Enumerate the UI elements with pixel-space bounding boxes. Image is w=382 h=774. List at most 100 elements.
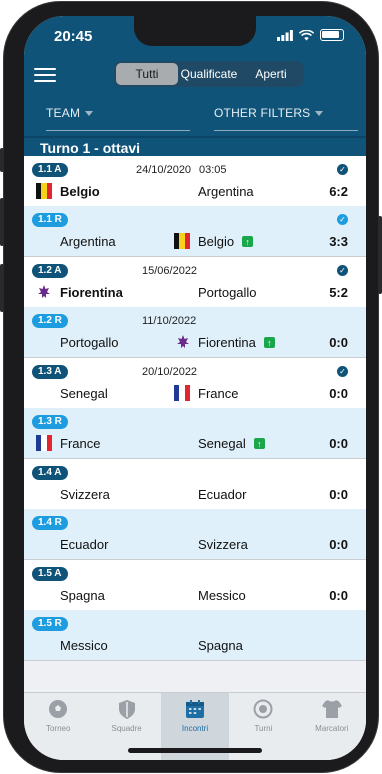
match-score: 0:0 — [329, 487, 348, 502]
home-team: Senegal — [60, 386, 108, 401]
first-leg[interactable]: 1.4 A Svizzera Ecuador 0:0 — [24, 459, 366, 509]
match-score: 6:2 — [329, 184, 348, 199]
qualified-arrow-icon: ↑ — [242, 236, 254, 247]
caret-down-icon — [315, 111, 324, 117]
match-code-badge: 1.4 A — [32, 466, 68, 480]
home-indicator — [128, 748, 262, 753]
soccer-ball-icon — [49, 700, 68, 718]
match-score: 5:2 — [329, 285, 348, 300]
match-code-badge: 1.2 R — [32, 314, 68, 328]
return-leg[interactable]: 1.1 R ✓ Argentina Belgio ↑ 3:3 — [24, 206, 366, 256]
tab-label: Torneo — [45, 724, 71, 733]
other-filters-label: OTHER FILTERS — [214, 106, 311, 120]
power-button — [378, 216, 382, 294]
away-team-qualified: Belgio ↑ — [198, 234, 254, 249]
away-team-qualified: Fiorentina ↑ — [198, 335, 275, 350]
tab-torneo[interactable]: Torneo — [24, 693, 92, 760]
away-team: Portogallo — [198, 285, 257, 300]
caret-down-icon — [85, 111, 94, 117]
completed-check-icon: ✓ — [337, 164, 348, 175]
completed-check-icon: ✓ — [337, 265, 348, 276]
hamburger-menu-icon[interactable] — [34, 66, 56, 84]
mute-switch — [0, 148, 4, 172]
first-leg[interactable]: 1.1 A 24/10/2020 03:05 ✓ Belgio Argentin… — [24, 156, 366, 206]
home-team: Belgio — [60, 184, 100, 199]
segment-qualificate[interactable]: Qualificate — [178, 63, 240, 85]
match-card[interactable]: 1.2 A 15/06/2022 ✓ Fiorentina Portogallo… — [24, 257, 366, 358]
match-card[interactable]: 1.5 A Spagna Messico 0:0 1.5 R Messico S… — [24, 560, 366, 661]
away-team: Ecuador — [198, 487, 247, 502]
home-team: Ecuador — [60, 537, 109, 552]
france-flag-icon — [36, 435, 52, 451]
match-date: 15/06/2022 — [142, 265, 198, 277]
shield-icon — [118, 700, 135, 719]
tab-label: Marcatori — [315, 724, 349, 733]
other-filters-dropdown[interactable]: OTHER FILTERS — [214, 106, 324, 120]
away-team: Svizzera — [198, 537, 248, 552]
battery-icon — [320, 29, 344, 41]
return-leg[interactable]: 1.3 R France Senegal ↑ 0:0 — [24, 408, 366, 458]
home-team: Spagna — [60, 588, 105, 603]
home-team: Portogallo — [60, 335, 119, 350]
away-team-name: Senegal — [198, 436, 246, 451]
home-team: France — [60, 436, 101, 451]
matches-list: Turno 1 - ottavi 1.1 A 24/10/2020 03:05 … — [24, 136, 366, 692]
match-date: 20/10/2022 — [142, 366, 198, 378]
tab-marcatori[interactable]: Marcatori — [298, 693, 366, 760]
match-code-badge: 1.1 R — [32, 213, 68, 227]
away-team-name: Belgio — [198, 234, 235, 249]
match-date: 24/10/2020 — [136, 164, 192, 176]
away-team: Spagna — [198, 638, 243, 653]
first-leg[interactable]: 1.5 A Spagna Messico 0:0 — [24, 560, 366, 610]
team-filter-underline — [46, 130, 190, 131]
belgium-flag-icon — [36, 183, 52, 199]
team-filter-dropdown[interactable]: TEAM — [46, 106, 94, 120]
home-team: Argentina — [60, 234, 116, 249]
phone-frame: 20:45 Tutti Qualificate Aperti TEAM OTHE… — [0, 2, 382, 772]
completed-check-icon: ✓ — [337, 366, 348, 377]
status-time: 20:45 — [54, 28, 93, 45]
round-header: Turno 1 - ottavi — [24, 136, 366, 156]
match-score: 0:0 — [329, 386, 348, 401]
match-score: 0:0 — [329, 335, 348, 350]
first-leg[interactable]: 1.2 A 15/06/2022 ✓ Fiorentina Portogallo… — [24, 257, 366, 307]
home-team: Messico — [60, 638, 108, 653]
tab-label: Incontri — [181, 724, 209, 733]
screen: 20:45 Tutti Qualificate Aperti TEAM OTHE… — [24, 16, 366, 760]
return-leg[interactable]: 1.2 R 11/10/2022 Portogallo Fiorentina ↑ … — [24, 307, 366, 357]
return-leg[interactable]: 1.4 R Ecuador Svizzera 0:0 — [24, 509, 366, 559]
match-card[interactable]: 1.1 A 24/10/2020 03:05 ✓ Belgio Argentin… — [24, 156, 366, 257]
match-card[interactable]: 1.4 A Svizzera Ecuador 0:0 1.4 R Ecuador… — [24, 459, 366, 560]
match-code-badge: 1.3 R — [32, 415, 68, 429]
match-code-badge: 1.2 A — [32, 264, 68, 278]
qualified-arrow-icon: ↑ — [263, 337, 275, 348]
jersey-icon — [321, 700, 342, 718]
match-code-badge: 1.4 R — [32, 516, 68, 530]
match-card[interactable]: 1.3 A 20/10/2022 ✓ Senegal France 0:0 1.… — [24, 358, 366, 459]
completed-check-icon: ✓ — [337, 214, 348, 225]
segment-tutti[interactable]: Tutti — [116, 63, 178, 85]
match-score: 0:0 — [329, 537, 348, 552]
team-filter-label: TEAM — [46, 106, 81, 120]
qualified-arrow-icon: ↑ — [253, 438, 265, 449]
fiorentina-lily-icon — [38, 285, 50, 298]
segment-aperti[interactable]: Aperti — [240, 63, 302, 85]
tab-label: Squadre — [111, 724, 142, 733]
away-team: France — [198, 386, 239, 401]
first-leg[interactable]: 1.3 A 20/10/2022 ✓ Senegal France 0:0 — [24, 358, 366, 408]
fiorentina-lily-icon — [177, 335, 189, 348]
match-code-badge: 1.1 A — [32, 163, 68, 177]
match-code-badge: 1.5 A — [32, 567, 68, 581]
notch — [134, 16, 256, 46]
france-flag-icon — [174, 385, 190, 401]
away-team-qualified: Senegal ↑ — [198, 436, 265, 451]
return-leg[interactable]: 1.5 R Messico Spagna — [24, 610, 366, 660]
wifi-icon — [299, 29, 314, 40]
match-date: 11/10/2022 — [142, 315, 197, 327]
rounds-icon — [253, 699, 273, 719]
match-score: 3:3 — [329, 234, 348, 249]
away-team: Messico — [198, 588, 246, 603]
match-time: 03:05 — [199, 164, 227, 176]
belgium-flag-icon — [174, 233, 190, 249]
match-score: 0:0 — [329, 436, 348, 451]
